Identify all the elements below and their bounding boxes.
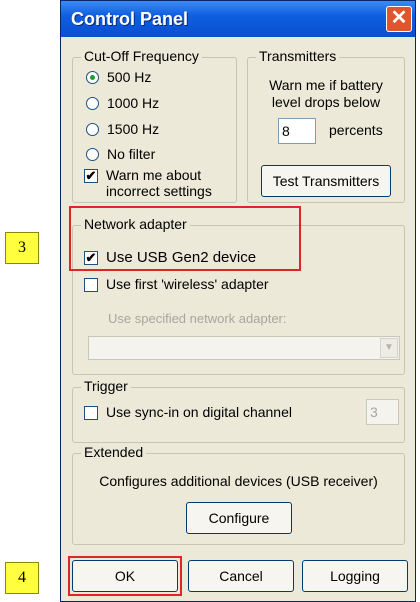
extended-description: Configures additional devices (USB recei… <box>99 473 378 489</box>
trigger-title: Trigger <box>81 378 131 394</box>
logging-button[interactable]: Logging <box>302 560 408 592</box>
battery-warning-line2: level drops below <box>271 94 381 110</box>
close-icon: ✕ <box>390 7 408 29</box>
cancel-button[interactable]: Cancel <box>188 560 294 592</box>
control-panel-window: Control Panel ✕ Cut-Off Frequency 500 Hz… <box>60 0 416 602</box>
battery-warning-text: Warn me if battery level drops below <box>247 77 405 111</box>
use-wireless-checkbox-row[interactable]: Use first 'wireless' adapter <box>84 276 269 292</box>
battery-warning-line1: Warn me if battery <box>269 77 383 93</box>
network-highlight-box <box>69 206 301 271</box>
radio-1500hz[interactable]: 1500 Hz <box>86 121 159 137</box>
radio-500hz-label: 500 Hz <box>107 69 152 85</box>
title-bar: Control Panel ✕ <box>61 1 415 37</box>
radio-1000hz[interactable]: 1000 Hz <box>86 95 159 111</box>
ok-highlight-box <box>68 556 182 596</box>
cutoff-frequency-title: Cut-Off Frequency <box>81 48 202 64</box>
radio-500hz-indicator[interactable] <box>86 71 99 84</box>
extended-title: Extended <box>81 444 147 460</box>
radio-1500hz-label: 1500 Hz <box>107 121 160 137</box>
battery-threshold-input[interactable]: 8 <box>278 118 316 144</box>
step-3-callout: 3 <box>5 232 39 264</box>
specified-adapter-label: Use specified network adapter: <box>108 311 287 326</box>
sync-in-checkbox[interactable] <box>84 406 98 420</box>
warn-settings-label: Warn me about incorrect settings <box>106 167 212 199</box>
radio-no-filter-label: No filter <box>107 146 156 162</box>
radio-1000hz-indicator[interactable] <box>86 97 99 110</box>
sync-in-label: Use sync-in on digital channel <box>106 404 292 420</box>
network-adapter-dropdown[interactable]: ▼ <box>88 336 400 360</box>
use-wireless-checkbox[interactable] <box>84 278 98 292</box>
radio-1500hz-indicator[interactable] <box>86 123 99 136</box>
radio-no-filter-indicator[interactable] <box>86 148 99 161</box>
percents-label: percents <box>329 122 383 138</box>
close-button[interactable]: ✕ <box>386 6 412 32</box>
warn-settings-checkbox-row[interactable]: ✔ Warn me about incorrect settings <box>84 167 212 199</box>
radio-500hz[interactable]: 500 Hz <box>86 69 151 85</box>
radio-1000hz-label: 1000 Hz <box>107 95 160 111</box>
step-4-callout: 4 <box>5 562 39 594</box>
window-title: Control Panel <box>71 9 189 29</box>
sync-in-checkbox-row[interactable]: Use sync-in on digital channel <box>84 404 292 420</box>
test-transmitters-button[interactable]: Test Transmitters <box>261 165 391 197</box>
sync-channel-input[interactable]: 3 <box>366 399 399 425</box>
radio-no-filter[interactable]: No filter <box>86 146 155 162</box>
transmitters-title: Transmitters <box>256 48 340 64</box>
configure-button[interactable]: Configure <box>186 502 292 534</box>
chevron-down-icon[interactable]: ▼ <box>380 338 398 358</box>
warn-settings-label-line1: Warn me about <box>106 167 202 183</box>
warn-settings-checkbox[interactable]: ✔ <box>84 169 98 183</box>
use-wireless-label: Use first 'wireless' adapter <box>106 276 269 292</box>
warn-settings-label-line2: incorrect settings <box>106 183 212 199</box>
